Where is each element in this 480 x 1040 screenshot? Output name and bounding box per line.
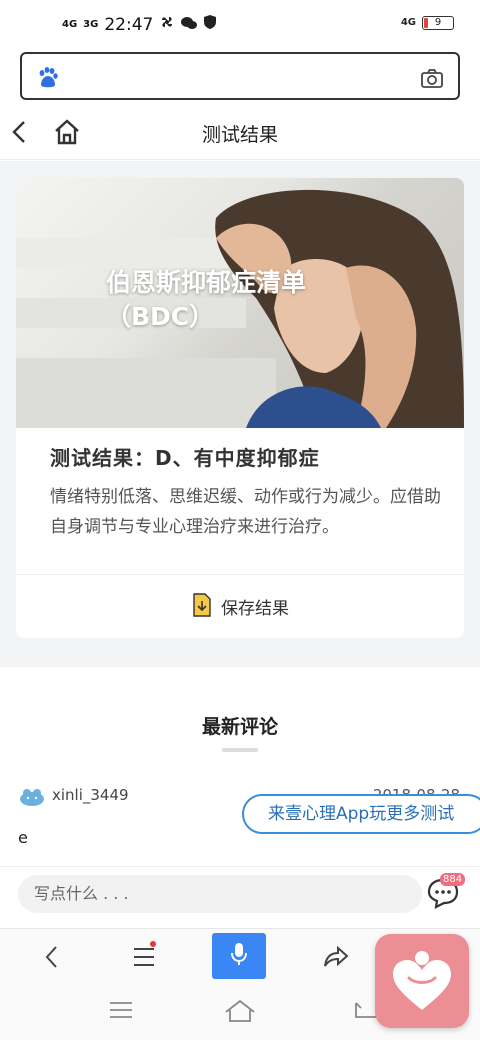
page-title: 测试结果 — [201, 124, 278, 146]
comment-input[interactable]: 写点什么 . . . — [18, 875, 422, 913]
network-indicator-1: 4G — [62, 18, 78, 30]
save-result-button[interactable]: 保存结果 — [16, 575, 464, 638]
search-bar[interactable] — [20, 52, 460, 100]
heart-person-icon — [387, 944, 457, 1018]
promo-app-button[interactable]: 来壹心理App玩更多测试 — [242, 794, 480, 834]
result-title: 测试结果：D、有中度抑郁症 — [50, 446, 320, 470]
share-icon[interactable] — [322, 943, 350, 975]
fan-icon — [159, 14, 175, 35]
result-description: 情绪特别低落、思维迟缓、动作或行为减少。应借助自身调节与专业心理治疗来进行治疗。 — [50, 487, 441, 537]
comment-text: e — [18, 828, 28, 847]
menu-icon[interactable] — [132, 943, 156, 975]
floating-app-shortcut[interactable] — [375, 934, 469, 1028]
nav-bar: 测试结果 — [0, 108, 480, 160]
hero-image: 伯恩斯抑郁症清单 （BDC） — [16, 178, 464, 428]
voice-search-button[interactable] — [212, 933, 266, 979]
hero-title-line2: （BDC） — [106, 302, 215, 331]
comment-count-badge: 884 — [440, 873, 466, 886]
network-indicator-right: 4G — [400, 17, 416, 28]
save-result-label: 保存结果 — [221, 599, 289, 619]
comments-section-title: 最新评论 — [201, 716, 278, 738]
browser-back-icon[interactable] — [40, 943, 64, 975]
comment-input-bar: 写点什么 . . . 884 — [0, 866, 480, 926]
hero-title-line1: 伯恩斯抑郁症清单 — [106, 268, 307, 297]
result-card: 伯恩斯抑郁症清单 （BDC） 测试结果：D、有中度抑郁症 情绪特别低落、思维迟缓… — [16, 178, 464, 638]
battery-level — [424, 18, 428, 28]
camera-icon[interactable] — [420, 67, 444, 93]
user-avatar-icon — [18, 784, 46, 812]
baidu-paw-icon[interactable] — [36, 66, 60, 94]
menu-notification-dot — [150, 941, 156, 947]
comment-username: xinli_3449 — [52, 786, 129, 804]
battery-percent: 9 — [434, 17, 442, 28]
system-menu-icon[interactable] — [108, 998, 134, 1026]
network-indicator-2: 3G — [83, 18, 99, 30]
status-right: 4G 9 — [401, 16, 454, 30]
save-file-icon — [191, 592, 213, 622]
status-time: 22:47 — [104, 14, 154, 35]
microphone-icon — [229, 941, 249, 971]
hero-title: 伯恩斯抑郁症清单 （BDC） — [106, 266, 306, 334]
status-left: 4G 3G 22:47 — [62, 14, 217, 35]
comments-title-underline — [222, 748, 258, 752]
status-bar: 4G 3G 22:47 4G 9 — [0, 0, 480, 50]
system-home-icon[interactable] — [224, 998, 256, 1028]
shield-icon — [203, 14, 217, 35]
wechat-icon — [181, 15, 198, 35]
battery-indicator: 9 — [422, 16, 454, 30]
